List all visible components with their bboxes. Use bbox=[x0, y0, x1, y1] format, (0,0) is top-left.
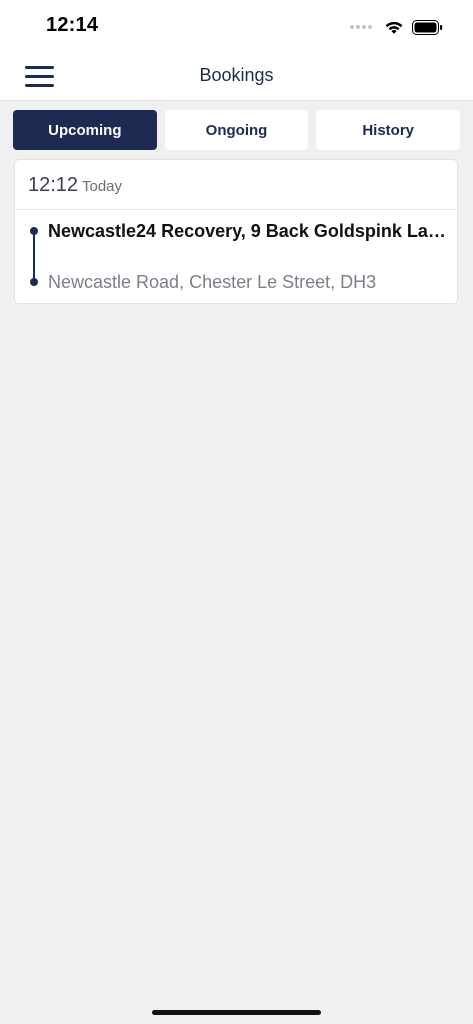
home-indicator[interactable] bbox=[152, 1010, 321, 1015]
booking-day: Today bbox=[82, 178, 123, 195]
status-time: 12:14 bbox=[46, 14, 99, 36]
wifi-icon bbox=[385, 21, 403, 34]
signal-dots-icon bbox=[350, 25, 372, 29]
booking-tabs: Upcoming Ongoing History bbox=[13, 110, 461, 150]
pickup-dot-icon bbox=[30, 227, 38, 235]
bookings-screen: 12:14 Bookings Upcoming Ongoing History … bbox=[0, 0, 473, 1024]
status-icons bbox=[350, 17, 443, 37]
booking-card-header: 12:12 Today bbox=[15, 160, 457, 210]
dropoff-address: Newcastle Road, Chester Le Street, DH3 bbox=[48, 272, 377, 292]
dropoff-dot-icon bbox=[30, 278, 38, 286]
booking-card[interactable]: 12:12 Today Newcastle24 Recovery, 9 Back… bbox=[14, 159, 458, 304]
battery-icon bbox=[412, 19, 443, 35]
route-line bbox=[33, 231, 35, 283]
tab-history[interactable]: History bbox=[316, 110, 461, 150]
tab-upcoming[interactable]: Upcoming bbox=[13, 110, 157, 150]
page-title: Bookings bbox=[199, 65, 274, 85]
nav-bar: Bookings bbox=[0, 52, 473, 101]
status-bar: 12:14 bbox=[0, 0, 473, 52]
tab-ongoing[interactable]: Ongoing bbox=[164, 110, 309, 150]
pickup-address: Newcastle24 Recovery, 9 Back Goldspink L… bbox=[48, 221, 448, 241]
booking-time: 12:12 bbox=[28, 174, 79, 196]
